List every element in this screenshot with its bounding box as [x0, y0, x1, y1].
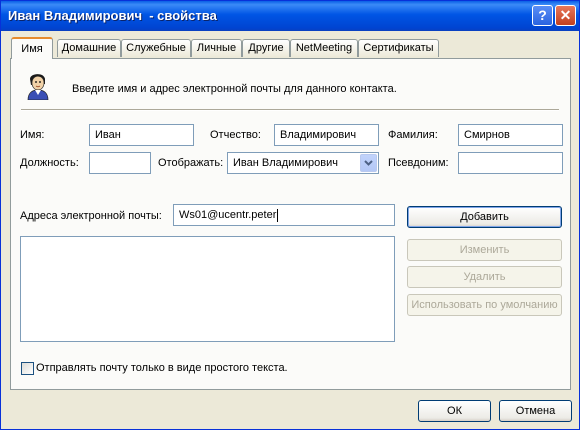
middle-name-field[interactable]: Владимирович — [274, 124, 379, 146]
email-input[interactable]: Ws01@ucentr.peter — [173, 204, 395, 226]
set-default-button[interactable]: Использовать по умолчанию — [407, 294, 562, 316]
title-bar[interactable]: Иван Владимирович - свойства ? ✕ — [1, 1, 579, 31]
last-name-label: Фамилия: — [388, 129, 438, 141]
add-button[interactable]: Добавить — [407, 206, 562, 228]
close-button[interactable]: ✕ — [555, 5, 576, 26]
position-field[interactable] — [89, 152, 151, 174]
intro-text: Введите имя и адрес электронной почты дл… — [72, 83, 397, 95]
close-icon: ✕ — [559, 7, 572, 23]
window-title: Иван Владимирович - свойства — [8, 8, 217, 23]
nickname-label: Псевдоним: — [388, 157, 449, 169]
help-button[interactable]: ? — [532, 5, 553, 26]
tab-business[interactable]: Служебные — [121, 39, 191, 57]
dropdown-button[interactable] — [360, 154, 377, 172]
plain-text-label[interactable]: Отправлять почту только в виде простого … — [36, 362, 288, 374]
chevron-down-icon — [364, 160, 373, 166]
tab-home[interactable]: Домашние — [57, 39, 121, 57]
tab-other[interactable]: Другие — [242, 39, 290, 57]
edit-button[interactable]: Изменить — [407, 239, 562, 261]
nickname-field[interactable] — [458, 152, 563, 174]
display-value: Иван Владимирович — [233, 157, 338, 169]
text-cursor — [277, 208, 279, 222]
tab-name[interactable]: Имя — [11, 37, 53, 59]
first-name-label: Имя: — [20, 129, 45, 141]
ok-button[interactable]: ОК — [418, 400, 491, 422]
first-name-field[interactable]: Иван — [89, 124, 194, 146]
separator — [21, 109, 559, 111]
tab-personal[interactable]: Личные — [191, 39, 242, 57]
delete-button[interactable]: Удалить — [407, 266, 562, 288]
last-name-field[interactable]: Смирнов — [458, 124, 563, 146]
help-icon: ? — [538, 7, 547, 23]
contact-person-icon — [27, 74, 49, 100]
email-input-value: Ws01@ucentr.peter — [179, 209, 277, 221]
display-combobox[interactable]: Иван Владимирович — [227, 152, 379, 174]
email-address-list[interactable] — [20, 236, 395, 342]
tab-netmeeting[interactable]: NetMeeting — [290, 39, 358, 57]
display-label: Отображать: — [158, 157, 224, 169]
position-label: Должность: — [20, 157, 79, 169]
contact-properties-dialog: Иван Владимирович - свойства ? ✕ Имя Дом… — [0, 0, 580, 430]
cancel-button[interactable]: Отмена — [499, 400, 572, 422]
plain-text-checkbox[interactable] — [21, 362, 34, 375]
middle-name-label: Отчество: — [210, 129, 261, 141]
email-label: Адреса электронной почты: — [20, 210, 162, 222]
tab-certificates[interactable]: Сертификаты — [358, 39, 439, 57]
